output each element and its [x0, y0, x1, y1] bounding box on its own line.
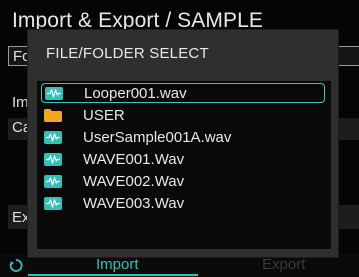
file-folder-select-dialog: FILE/FOLDER SELECT Looper001.wav USER Us…	[28, 30, 338, 257]
file-list[interactable]: Looper001.wav USER UserSample001A.wav WA…	[37, 81, 331, 249]
list-item-label: USER	[83, 107, 125, 124]
wave-file-icon	[45, 87, 63, 100]
list-item-user-folder[interactable]: USER	[41, 106, 325, 126]
list-item-looper001[interactable]: Looper001.wav	[41, 83, 325, 103]
tab-import[interactable]: Import	[96, 256, 139, 273]
wave-file-icon	[44, 197, 62, 210]
list-item-wave003[interactable]: WAVE003.Wav	[41, 194, 325, 214]
list-item-label: WAVE001.Wav	[83, 151, 185, 168]
wave-file-icon	[44, 153, 62, 166]
reset-icon[interactable]	[8, 256, 24, 274]
screen: Import & Export / SAMPLE Fc Im Ca Ex Imp…	[0, 0, 359, 277]
import-label: Im	[12, 94, 29, 111]
dialog-title: FILE/FOLDER SELECT	[46, 45, 209, 62]
list-item-wave002[interactable]: WAVE002.Wav	[41, 172, 325, 192]
list-item-label: WAVE002.Wav	[83, 173, 185, 190]
list-item-usersample001a[interactable]: UserSample001A.wav	[41, 128, 325, 148]
wave-file-icon	[44, 175, 62, 188]
list-item-label: Looper001.wav	[84, 85, 187, 102]
folder-icon	[44, 109, 62, 122]
list-item-label: WAVE003.Wav	[83, 195, 185, 212]
wave-file-icon	[44, 131, 62, 144]
tab-bar: Import Export	[0, 254, 359, 277]
tab-export[interactable]: Export	[262, 256, 305, 273]
list-item-label: UserSample001A.wav	[83, 129, 232, 146]
list-item-wave001[interactable]: WAVE001.Wav	[41, 150, 325, 170]
execute-field-label: Ex	[12, 209, 30, 226]
tab-active-indicator	[28, 274, 198, 276]
